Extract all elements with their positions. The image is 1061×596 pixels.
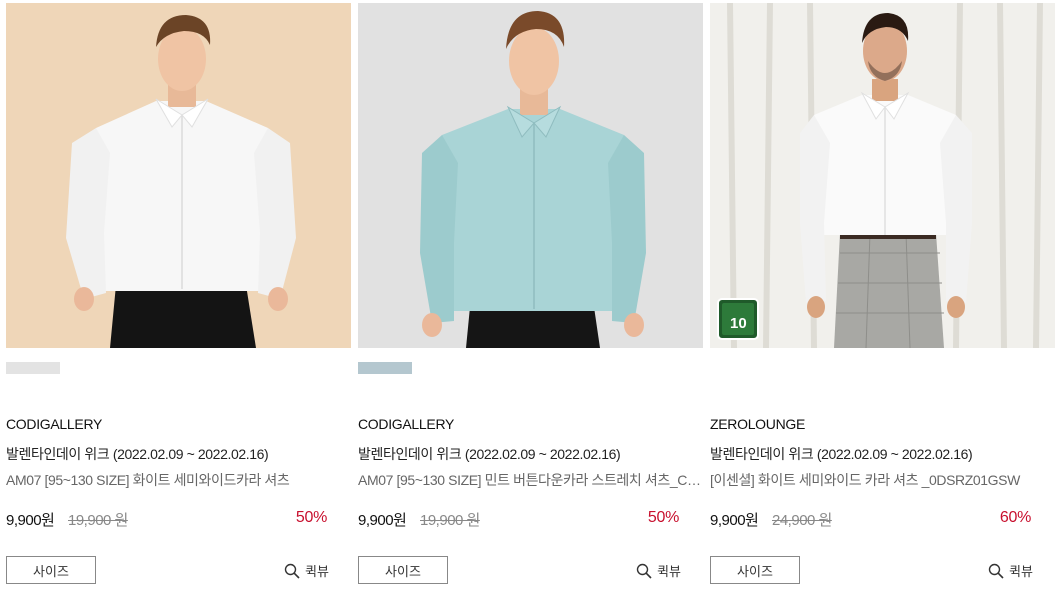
sale-price: 9,900원	[710, 512, 759, 529]
discount-rate: 50%	[295, 509, 327, 526]
brand-name[interactable]: CODIGALLERY	[358, 416, 454, 432]
color-swatch[interactable]	[358, 362, 412, 374]
quickview-button[interactable]: 퀵뷰	[284, 561, 329, 580]
search-icon	[636, 563, 652, 579]
quickview-button[interactable]: 퀵뷰	[636, 561, 681, 580]
original-price: 24,900 원	[772, 512, 832, 529]
quickview-label: 퀵뷰	[657, 564, 681, 579]
product-image[interactable]	[6, 3, 351, 348]
brand-name[interactable]: CODIGALLERY	[6, 416, 102, 432]
original-price: 19,900 원	[68, 512, 128, 529]
product-image[interactable]: 10	[710, 3, 1055, 348]
search-icon	[284, 563, 300, 579]
brand-name[interactable]: ZEROLOUNGE	[710, 416, 805, 432]
product-card[interactable]: CODIGALLERY 발렌타인데이 위크 (2022.02.09 ~ 2022…	[358, 3, 703, 593]
size-badge-text: 10	[730, 315, 747, 332]
event-label: 발렌타인데이 위크 (2022.02.09 ~ 2022.02.16)	[710, 446, 973, 462]
product-name[interactable]: AM07 [95~130 SIZE] 화이트 세미와이드카라 셔츠	[6, 470, 351, 490]
quickview-label: 퀵뷰	[1009, 564, 1033, 579]
discount-rate: 50%	[647, 509, 679, 526]
original-price: 19,900 원	[420, 512, 480, 529]
sale-price: 9,900원	[6, 512, 55, 529]
event-label: 발렌타인데이 위크 (2022.02.09 ~ 2022.02.16)	[6, 446, 269, 462]
size-button[interactable]: 사이즈	[710, 556, 800, 584]
quickview-label: 퀵뷰	[305, 564, 329, 579]
event-label: 발렌타인데이 위크 (2022.02.09 ~ 2022.02.16)	[358, 446, 621, 462]
product-card[interactable]: CODIGALLERY 발렌타인데이 위크 (2022.02.09 ~ 2022…	[6, 3, 351, 593]
product-name[interactable]: AM07 [95~130 SIZE] 민트 버튼다운카라 스트레치 셔츠_CDS…	[358, 470, 703, 490]
size-button[interactable]: 사이즈	[6, 556, 96, 584]
product-image[interactable]	[358, 3, 703, 348]
product-name[interactable]: [이센셜] 화이트 세미와이드 카라 셔츠 _0DSRZ01GSW	[710, 470, 1055, 490]
search-icon	[988, 563, 1004, 579]
discount-rate: 60%	[999, 509, 1031, 526]
product-card[interactable]: 10 ZEROLOUNGE 발렌타인데이 위크 (2022.02.09 ~ 20…	[710, 3, 1055, 593]
sale-price: 9,900원	[358, 512, 407, 529]
color-swatch[interactable]	[6, 362, 60, 374]
size-button[interactable]: 사이즈	[358, 556, 448, 584]
quickview-button[interactable]: 퀵뷰	[988, 561, 1033, 580]
